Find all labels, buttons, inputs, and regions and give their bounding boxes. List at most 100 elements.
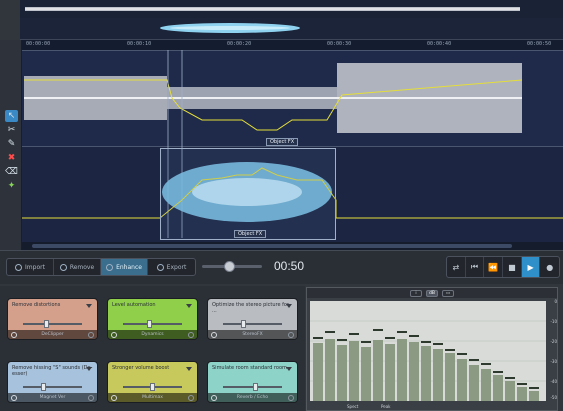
slider-thumb[interactable] bbox=[43, 320, 49, 328]
power-icon[interactable] bbox=[111, 395, 117, 401]
chevron-down-icon[interactable] bbox=[286, 304, 292, 308]
chevron-down-icon[interactable] bbox=[186, 304, 192, 308]
chevron-down-icon[interactable] bbox=[286, 367, 292, 371]
analyzer-footer: Spect Peak bbox=[307, 404, 557, 411]
tab-enhance[interactable]: Enhance bbox=[101, 259, 148, 275]
to-start-icon[interactable]: ⏮ bbox=[466, 257, 485, 277]
effect-slider[interactable] bbox=[23, 320, 82, 328]
effect-preset: StereoFX bbox=[208, 330, 297, 339]
power-icon[interactable] bbox=[111, 332, 117, 338]
ruler-mark: 00:00:10 bbox=[127, 41, 152, 47]
select-icon[interactable]: ↖ bbox=[5, 110, 18, 122]
view-button[interactable]: ▭ bbox=[442, 289, 454, 297]
settings-icon[interactable] bbox=[188, 332, 194, 338]
settings-icon[interactable] bbox=[288, 332, 294, 338]
effect-slider[interactable] bbox=[123, 383, 182, 391]
effect-card-stereofx[interactable]: Optimize the stereo picture for ... Ster… bbox=[207, 298, 298, 340]
db-button[interactable]: dB bbox=[426, 289, 438, 297]
footer-label: Peak bbox=[381, 404, 391, 409]
scrollbar-thumb[interactable] bbox=[32, 244, 512, 248]
effect-name: Simulate room standard room bbox=[212, 365, 287, 371]
slider-thumb[interactable] bbox=[240, 320, 246, 328]
effect-preset: DeClipper bbox=[8, 330, 97, 339]
tool-column: ↖ ✂ ✎ ✖ ⌫ ✦ bbox=[0, 40, 22, 250]
effect-preset: Magnet Ver bbox=[8, 393, 97, 402]
volume-slider[interactable] bbox=[202, 261, 262, 272]
effect-slider[interactable] bbox=[123, 320, 182, 328]
import-icon bbox=[15, 263, 23, 271]
scale-label: -50 bbox=[550, 395, 557, 400]
tab-export[interactable]: Export bbox=[148, 259, 195, 275]
playback-controls: ⇄ ⏮ ⏪ ■ ▶ ● bbox=[446, 256, 560, 278]
scale-label: -40 bbox=[550, 379, 557, 384]
cut-icon[interactable]: ✂ bbox=[5, 124, 18, 136]
slider-thumb[interactable] bbox=[146, 320, 152, 328]
effect-slider[interactable] bbox=[223, 320, 282, 328]
enhance-icon bbox=[106, 263, 114, 271]
effect-name: Optimize the stereo picture for ... bbox=[212, 302, 290, 314]
rewind-icon[interactable]: ⏪ bbox=[484, 257, 504, 277]
ruler-mark: 00:00:40 bbox=[427, 41, 452, 47]
scale-label: 0 bbox=[554, 299, 557, 304]
tab-label: Remove bbox=[69, 263, 95, 271]
record-icon[interactable]: ● bbox=[540, 257, 559, 277]
power-icon[interactable] bbox=[11, 395, 17, 401]
effect-card-declipper[interactable]: Remove distortions DeClipper bbox=[7, 298, 98, 340]
audio-cleaning-app: ↖ ✂ ✎ ✖ ⌫ ✦ 00:00:00 00:00:10 00:00:20 0… bbox=[0, 0, 563, 411]
overview-strip[interactable] bbox=[20, 0, 563, 40]
object-selection[interactable] bbox=[160, 148, 336, 240]
info-button[interactable]: i bbox=[410, 289, 422, 297]
power-icon[interactable] bbox=[11, 332, 17, 338]
settings-icon[interactable] bbox=[88, 395, 94, 401]
effect-card-multimax[interactable]: Stronger volume boost Multimax bbox=[107, 361, 198, 403]
delete-icon[interactable]: ✖ bbox=[5, 152, 18, 164]
transport-bar: Import Remove Enhance Export 00:50 ⇄ ⏮ ⏪… bbox=[0, 250, 563, 284]
chevron-down-icon[interactable] bbox=[86, 367, 92, 371]
slider-thumb[interactable] bbox=[40, 383, 46, 391]
loop-icon[interactable]: ⇄ bbox=[447, 257, 466, 277]
time-ruler[interactable]: 00:00:00 00:00:10 00:00:20 00:00:30 00:0… bbox=[22, 40, 563, 50]
effect-preset: Reverb / Echo bbox=[208, 393, 297, 402]
effect-preset: Multimax bbox=[108, 393, 197, 402]
settings-icon[interactable] bbox=[288, 395, 294, 401]
effect-card-dynamics[interactable]: Level automation Dynamics bbox=[107, 298, 198, 340]
effect-card-deesser[interactable]: Remove hissing "S" sounds (De-esser) Mag… bbox=[7, 361, 98, 403]
waveform-editor[interactable]: 00:00:00 00:00:10 00:00:20 00:00:30 00:0… bbox=[22, 40, 563, 250]
mode-tabs: Import Remove Enhance Export bbox=[6, 258, 196, 276]
effect-preset: Dynamics bbox=[108, 330, 197, 339]
wand-icon[interactable]: ✦ bbox=[5, 180, 18, 192]
effect-slider[interactable] bbox=[23, 383, 82, 391]
overview-waveform bbox=[20, 0, 563, 33]
chevron-down-icon[interactable] bbox=[86, 304, 92, 308]
slider-thumb[interactable] bbox=[252, 383, 258, 391]
tab-remove[interactable]: Remove bbox=[54, 259, 101, 275]
settings-icon[interactable] bbox=[88, 332, 94, 338]
analyzer-header: i dB ▭ bbox=[307, 288, 557, 298]
remove-icon bbox=[59, 263, 67, 271]
effect-slider[interactable] bbox=[223, 383, 282, 391]
analyzer-scale: 0 -10 -20 -30 -40 -50 bbox=[547, 299, 557, 401]
footer-label: Spect bbox=[347, 404, 359, 409]
chevron-down-icon[interactable] bbox=[186, 367, 192, 371]
erase-icon[interactable]: ⌫ bbox=[5, 166, 18, 178]
pencil-icon[interactable]: ✎ bbox=[5, 138, 18, 150]
object-fx-label-2[interactable]: Object FX bbox=[234, 230, 267, 238]
effect-card-reverb[interactable]: Simulate room standard room Reverb / Ech… bbox=[207, 361, 298, 403]
spectrum-analyzer: i dB ▭ 0 -10 -20 -30 -40 -50 Spect Peak bbox=[306, 287, 558, 411]
volume-knob[interactable] bbox=[224, 261, 235, 272]
effect-cards: Remove distortions DeClipper Level autom… bbox=[0, 286, 305, 411]
effect-name: Stronger volume boost bbox=[112, 365, 170, 371]
slider-thumb[interactable] bbox=[149, 383, 155, 391]
play-icon[interactable]: ▶ bbox=[521, 257, 541, 277]
power-icon[interactable] bbox=[211, 332, 217, 338]
power-icon[interactable] bbox=[211, 395, 217, 401]
settings-icon[interactable] bbox=[188, 395, 194, 401]
stop-icon[interactable]: ■ bbox=[503, 257, 522, 277]
ruler-mark: 00:00:30 bbox=[327, 41, 352, 47]
tab-import[interactable]: Import bbox=[7, 259, 54, 275]
export-icon bbox=[156, 263, 164, 271]
object-fx-label-1[interactable]: Object FX bbox=[266, 138, 299, 146]
horizontal-scrollbar[interactable] bbox=[22, 242, 563, 250]
ruler-mark: 00:00:50 bbox=[527, 41, 552, 47]
ruler-mark: 00:00:00 bbox=[26, 41, 51, 47]
